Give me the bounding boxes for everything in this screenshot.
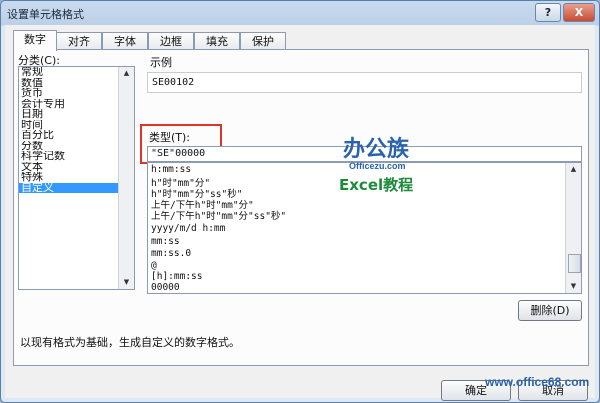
dialog-body: 数字 对齐 字体 边框 填充 保护 分类(C): 常规 数值 货币 会计专用 日… [5, 25, 595, 401]
scroll-up-icon[interactable]: ▲ [121, 68, 132, 79]
dialog-title: 设置单元格格式 [7, 8, 84, 21]
format-list-scrollbar[interactable]: ▲ ▼ [565, 163, 581, 293]
category-item[interactable]: 会计专用 [19, 99, 134, 110]
site-watermark: www.office68.com [485, 375, 590, 389]
logo-watermark: 办公族 Officezu.com Excel教程 [339, 132, 439, 200]
number-tab-panel: 分类(C): 常规 数值 货币 会计专用 日期 时间 百分比 分数 科学记数 文… [13, 49, 589, 366]
format-item[interactable]: h:mm:ss [151, 164, 191, 175]
category-item[interactable]: 特殊 [19, 172, 134, 183]
category-item[interactable]: 日期 [19, 109, 134, 120]
type-label: 类型(T): [149, 131, 191, 144]
category-item[interactable]: 百分比 [19, 130, 134, 141]
category-item[interactable]: 常规 [19, 67, 134, 78]
tab-fill[interactable]: 填充 [194, 32, 240, 50]
tab-alignment[interactable]: 对齐 [56, 32, 102, 50]
tab-border[interactable]: 边框 [148, 32, 194, 50]
category-list[interactable]: 常规 数值 货币 会计专用 日期 时间 百分比 分数 科学记数 文本 特殊 自定… [18, 66, 135, 290]
logo-graphic: 办公族 Officezu.com Excel教程 [339, 136, 413, 194]
logo-site: Officezu.com [349, 161, 406, 171]
help-button[interactable]: ? [535, 3, 561, 22]
delete-button[interactable]: 删除(D) [518, 300, 582, 321]
format-item[interactable]: yyyy/m/d h:mm [151, 223, 225, 234]
logo-title: 办公族 [343, 136, 410, 162]
scroll-up-icon[interactable]: ▲ [568, 164, 579, 175]
sample-box: SE00102 [147, 72, 582, 93]
scroll-down-icon[interactable]: ▼ [568, 281, 579, 292]
category-item[interactable]: 文本 [19, 162, 134, 173]
format-item[interactable]: 00000 [151, 282, 180, 293]
close-button[interactable]: X [563, 3, 595, 22]
format-item[interactable]: [h]:mm:ss [151, 271, 202, 282]
format-item[interactable]: @ [151, 260, 157, 271]
scroll-down-icon[interactable]: ▼ [121, 277, 132, 288]
tab-font[interactable]: 字体 [102, 32, 148, 50]
description-text: 以现有格式为基础，生成自定义的数字格式。 [20, 336, 240, 349]
format-item[interactable]: mm:ss.0 [151, 248, 191, 259]
format-item[interactable]: 上午/下午h"时"mm"分"ss"秒" [151, 208, 286, 222]
sample-label: 示例 [150, 56, 172, 69]
sample-value: SE00102 [152, 77, 195, 88]
category-item[interactable]: 数值 [19, 78, 134, 89]
scroll-thumb[interactable] [568, 254, 581, 273]
category-item[interactable]: 货币 [19, 88, 134, 99]
format-cells-dialog: 设置单元格格式 ? X 数字 对齐 字体 边框 填充 保护 分类(C): 常规 … [0, 0, 600, 403]
category-item-selected[interactable]: 自定义 [19, 182, 134, 193]
category-item[interactable]: 时间 [19, 120, 134, 131]
logo-subtitle: Excel教程 [339, 176, 413, 194]
category-item[interactable]: 分数 [19, 141, 134, 152]
title-bar: 设置单元格格式 ? X [1, 1, 599, 25]
format-item[interactable]: mm:ss [151, 236, 180, 247]
tab-number[interactable]: 数字 [13, 30, 57, 51]
category-item[interactable]: 科学记数 [19, 151, 134, 162]
type-input-value: "SE"00000 [151, 148, 206, 159]
category-scrollbar[interactable]: ▲ ▼ [118, 67, 134, 289]
tab-protection[interactable]: 保护 [240, 32, 286, 50]
